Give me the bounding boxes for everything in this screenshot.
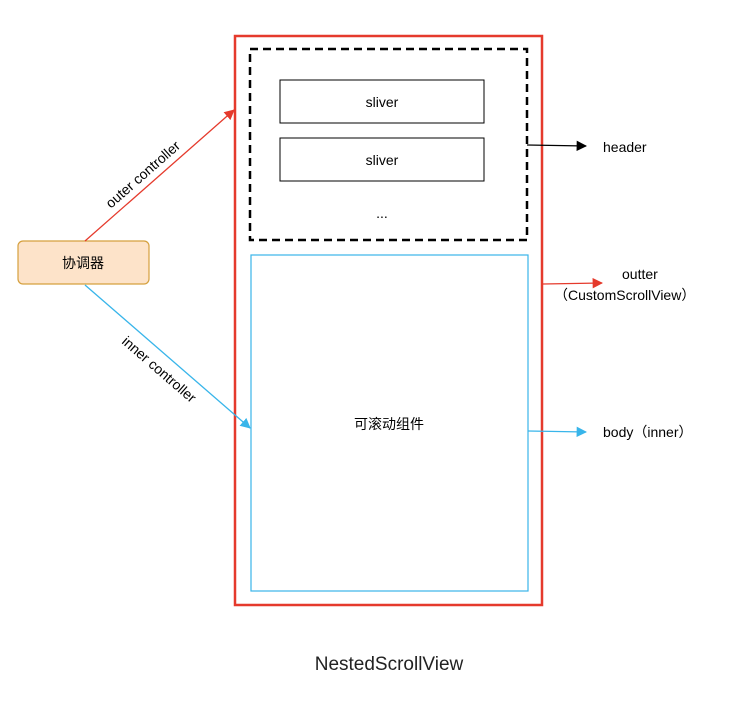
body-label: body（inner） <box>603 424 693 440</box>
outer-scroll-view-box <box>233 34 544 607</box>
header-arrow <box>526 140 588 152</box>
header-box <box>248 47 529 242</box>
outer-controller-label: outer controller <box>102 137 183 211</box>
body-arrow <box>527 426 588 438</box>
inner-controller-arrow <box>84 284 251 429</box>
sliver-ellipsis: ... <box>376 205 388 221</box>
outter-arrow <box>542 277 604 289</box>
diagram-caption: NestedScrollView <box>315 654 464 675</box>
body-center-label: 可滚动组件 <box>354 416 424 433</box>
outter-label-sub: （CustomScrollView） <box>554 287 695 303</box>
sliver-label-2: sliver <box>366 152 399 168</box>
header-label: header <box>603 139 647 155</box>
nested-scroll-view-diagram: sliver sliver ... 可滚动组件 协调器 outer contro… <box>17 34 695 675</box>
outer-controller-arrow <box>84 109 235 242</box>
outter-label: outter <box>622 266 658 282</box>
sliver-label-1: sliver <box>366 94 399 110</box>
coordinator-label: 协调器 <box>62 256 104 272</box>
inner-controller-label: inner controller <box>119 333 200 406</box>
